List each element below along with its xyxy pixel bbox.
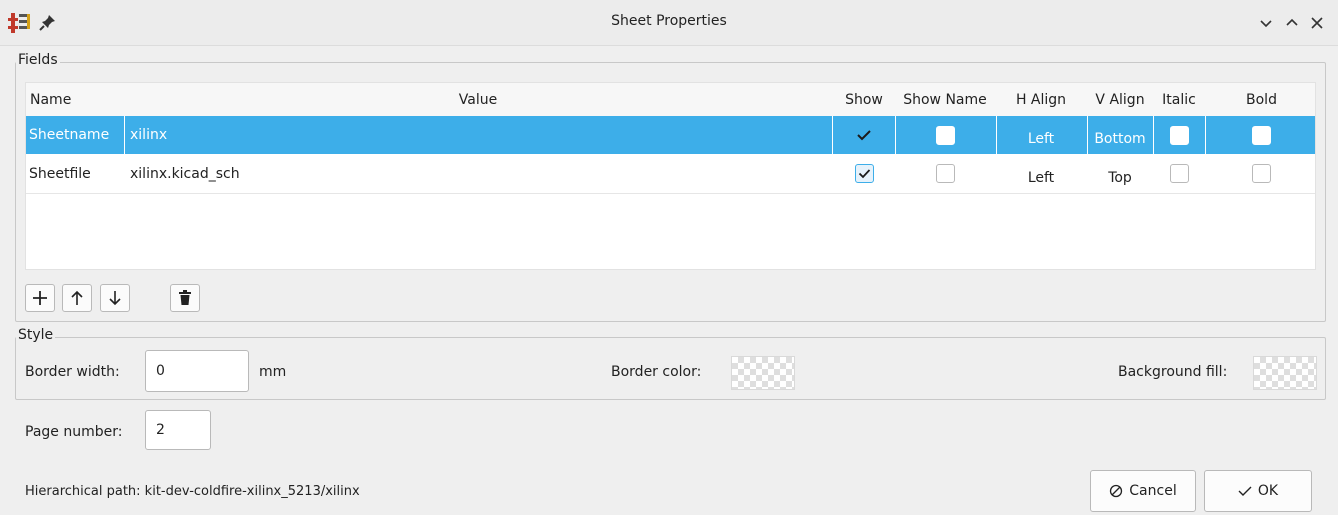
cancel-button[interactable]: Cancel (1090, 470, 1196, 512)
plus-icon (33, 291, 47, 305)
ok-button[interactable]: OK (1204, 470, 1312, 512)
fields-group-label: Fields (16, 52, 60, 68)
fields-grid[interactable]: Name Value Show Show Name H Align V Alig… (25, 82, 1316, 270)
delete-field-button[interactable] (170, 284, 200, 312)
table-row[interactable]: Sheetfile xilinx.kicad_sch Left Top (26, 154, 1315, 194)
move-up-button[interactable] (62, 284, 92, 312)
page-number-label: Page number: (25, 424, 123, 440)
show-checkbox[interactable] (832, 116, 896, 154)
column-header-v-align[interactable]: V Align (1087, 83, 1153, 116)
italic-checkbox[interactable] (1154, 154, 1204, 193)
show-name-checkbox[interactable] (895, 116, 995, 154)
h-align-cell[interactable]: Left (996, 154, 1086, 193)
italic-checkbox[interactable] (1154, 116, 1204, 154)
column-header-show[interactable]: Show (832, 83, 896, 116)
column-header-bold[interactable]: Bold (1206, 83, 1315, 116)
table-row[interactable]: Sheetname xilinx Left Bottom (26, 116, 1315, 154)
bold-checkbox[interactable] (1206, 116, 1315, 154)
chevron-up-icon[interactable] (1281, 13, 1303, 33)
h-align-cell[interactable]: Left (996, 116, 1086, 154)
field-name-cell[interactable]: Sheetname (29, 116, 109, 154)
arrow-down-icon (109, 291, 121, 306)
cancel-icon (1110, 484, 1123, 498)
border-width-label: Border width: (25, 364, 120, 380)
border-color-label: Border color: (611, 364, 702, 380)
border-color-swatch[interactable] (731, 356, 795, 390)
checkmark-icon (858, 169, 870, 179)
background-fill-label: Background fill: (1118, 364, 1228, 380)
field-value-cell[interactable]: xilinx.kicad_sch (130, 154, 240, 193)
ok-label: OK (1257, 483, 1279, 499)
show-name-checkbox[interactable] (895, 154, 995, 193)
column-header-italic[interactable]: Italic (1154, 83, 1204, 116)
page-number-input[interactable]: 2 (145, 410, 211, 450)
grid-header-row: Name Value Show Show Name H Align V Alig… (26, 83, 1315, 116)
style-group-label: Style (16, 327, 56, 343)
trash-icon (179, 290, 191, 305)
close-icon[interactable] (1306, 13, 1328, 33)
column-header-name[interactable]: Name (30, 83, 71, 116)
hierarchical-path: Hierarchical path: kit-dev-coldfire-xili… (25, 484, 360, 499)
field-value-cell[interactable]: xilinx (130, 116, 167, 154)
move-down-button[interactable] (100, 284, 130, 312)
arrow-up-icon (71, 290, 83, 305)
show-checkbox[interactable] (832, 154, 896, 193)
border-width-input[interactable]: 0 (145, 350, 249, 392)
column-header-h-align[interactable]: H Align (996, 83, 1086, 116)
title-bar: Sheet Properties (0, 0, 1338, 46)
bold-checkbox[interactable] (1206, 154, 1315, 193)
chevron-down-icon[interactable] (1255, 13, 1277, 33)
cancel-label: Cancel (1129, 483, 1177, 499)
v-align-cell[interactable]: Bottom (1087, 116, 1153, 154)
window-title: Sheet Properties (611, 13, 727, 29)
checkmark-icon (1238, 486, 1252, 496)
column-header-value[interactable]: Value (126, 83, 830, 116)
column-header-show-name[interactable]: Show Name (895, 83, 995, 116)
v-align-cell[interactable]: Top (1087, 154, 1153, 193)
add-field-button[interactable] (25, 284, 55, 312)
checkmark-icon (857, 130, 871, 141)
border-width-unit: mm (259, 364, 287, 380)
field-name-cell[interactable]: Sheetfile (29, 154, 91, 193)
background-fill-swatch[interactable] (1253, 356, 1317, 390)
